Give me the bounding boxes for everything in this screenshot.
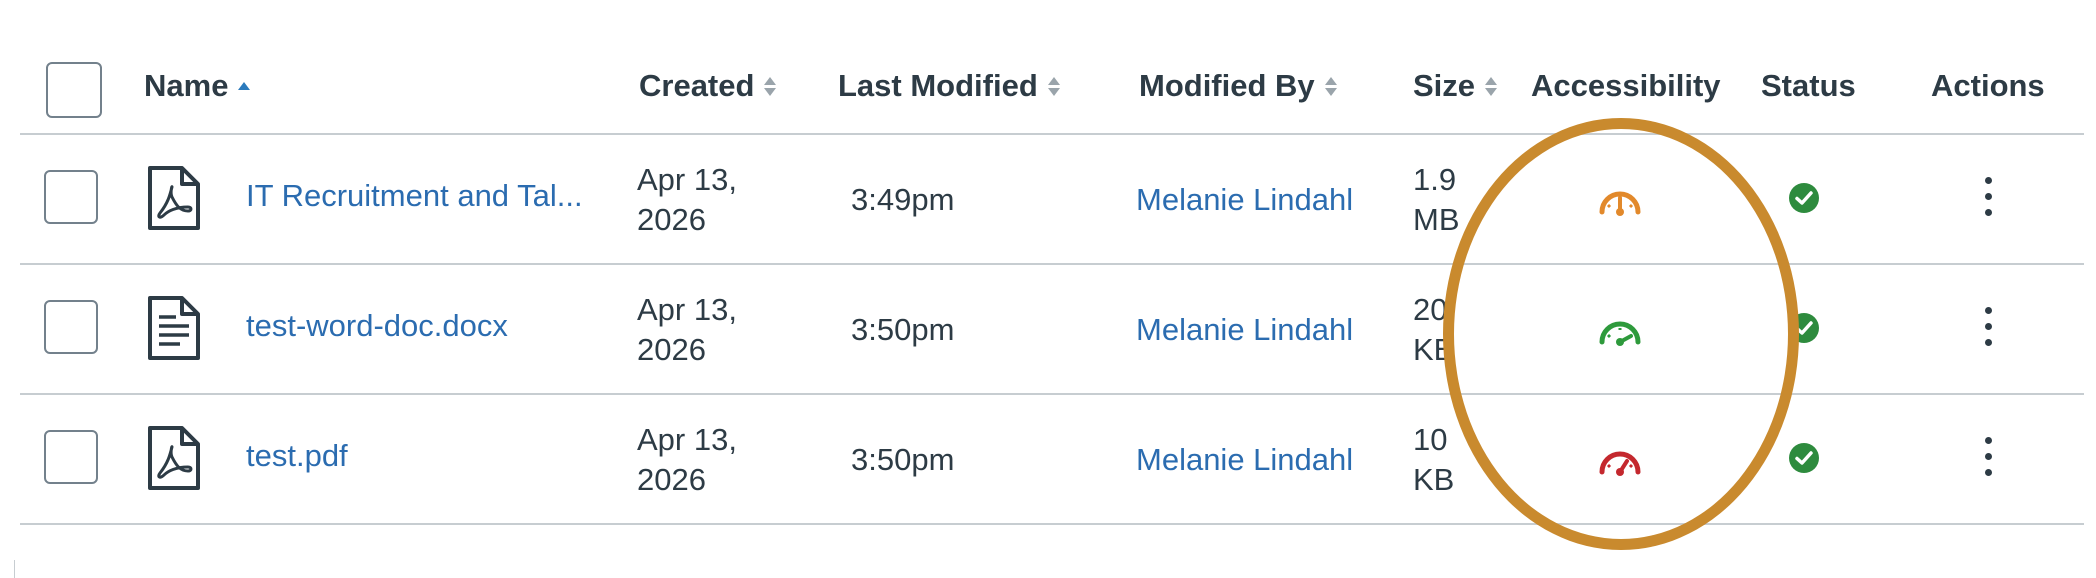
document-file-icon xyxy=(146,295,202,366)
column-header-size[interactable]: Size xyxy=(1413,68,1498,104)
column-header-actions: Actions xyxy=(1931,68,2045,104)
column-header-size-label: Size xyxy=(1413,68,1476,103)
row-select-checkbox[interactable] xyxy=(44,300,98,354)
column-header-modified-by-label: Modified By xyxy=(1139,68,1315,103)
column-header-name[interactable]: Name xyxy=(144,68,251,104)
pdf-file-icon xyxy=(146,425,202,496)
modified-by-link[interactable]: Melanie Lindahl xyxy=(1136,310,1353,350)
row-actions-menu-icon[interactable] xyxy=(1978,307,1998,346)
created-date-line1: Apr 13, xyxy=(637,292,737,327)
created-date: Apr 13, 2026 xyxy=(637,160,737,240)
column-header-created[interactable]: Created xyxy=(639,68,777,104)
file-size-unit: MB xyxy=(1413,202,1460,237)
created-date-line2: 2026 xyxy=(637,332,706,367)
file-size-value: 1.9 xyxy=(1413,162,1457,197)
created-date-line2: 2026 xyxy=(637,202,706,237)
last-modified-time: 3:49pm xyxy=(851,182,955,217)
row-select-checkbox[interactable] xyxy=(44,430,98,484)
column-header-accessibility-label: Accessibility xyxy=(1531,68,1721,103)
sort-unsorted-icon xyxy=(764,76,777,96)
modified-by-link[interactable]: Melanie Lindahl xyxy=(1136,440,1353,480)
row-actions-menu-icon[interactable] xyxy=(1978,177,1998,216)
file-name-link[interactable]: test.pdf xyxy=(246,438,348,474)
sort-unsorted-icon xyxy=(1485,76,1498,96)
row-select-checkbox[interactable] xyxy=(44,170,98,224)
file-size-value: 20 xyxy=(1413,292,1448,327)
column-header-last-modified[interactable]: Last Modified xyxy=(838,68,1060,104)
file-name-link[interactable]: test-word-doc.docx xyxy=(246,308,508,344)
gauge-medium-icon[interactable] xyxy=(1596,186,1644,221)
table-row: IT Recruitment and Tal... Apr 13, 2026 3… xyxy=(0,134,2096,264)
table-row: test-word-doc.docx Apr 13, 2026 3:50pm M… xyxy=(0,264,2096,394)
gauge-high-icon[interactable] xyxy=(1596,316,1644,351)
last-modified-time: 3:50pm xyxy=(851,312,955,347)
published-check-icon[interactable] xyxy=(1788,182,1820,219)
left-edge-line xyxy=(14,560,15,578)
sort-unsorted-icon xyxy=(1047,76,1060,96)
created-date: Apr 13, 2026 xyxy=(637,290,737,370)
table-header: Name Created Last Modified Modified By S… xyxy=(0,0,2096,134)
select-all-checkbox[interactable] xyxy=(46,62,102,118)
file-size-unit: KB xyxy=(1413,462,1455,497)
column-header-accessibility: Accessibility xyxy=(1531,68,1721,104)
created-date-line1: Apr 13, xyxy=(637,422,737,457)
modified-by-link[interactable]: Melanie Lindahl xyxy=(1136,180,1353,220)
last-modified-time: 3:50pm xyxy=(851,442,955,477)
file-size: 1.9 MB xyxy=(1413,160,1460,240)
column-header-created-label: Created xyxy=(639,68,755,103)
column-header-modified-by[interactable]: Modified By xyxy=(1139,68,1337,104)
file-size-value: 10 xyxy=(1413,422,1448,457)
sort-unsorted-icon xyxy=(1324,76,1337,96)
created-date-line2: 2026 xyxy=(637,462,706,497)
column-header-name-label: Name xyxy=(144,68,229,103)
column-header-status-label: Status xyxy=(1761,68,1856,103)
table-row: test.pdf Apr 13, 2026 3:50pm Melanie Lin… xyxy=(0,394,2096,524)
column-header-status: Status xyxy=(1761,68,1856,104)
file-size: 20 KB xyxy=(1413,290,1454,370)
file-size-unit: KB xyxy=(1413,332,1455,367)
sort-ascending-icon xyxy=(238,82,251,90)
published-check-icon[interactable] xyxy=(1788,312,1820,349)
created-date: Apr 13, 2026 xyxy=(637,420,737,500)
files-table: Name Created Last Modified Modified By S… xyxy=(0,0,2096,578)
file-name-link[interactable]: IT Recruitment and Tal... xyxy=(246,178,583,214)
column-header-last-modified-label: Last Modified xyxy=(838,68,1038,103)
created-date-line1: Apr 13, xyxy=(637,162,737,197)
row-actions-menu-icon[interactable] xyxy=(1978,437,1998,476)
published-check-icon[interactable] xyxy=(1788,442,1820,479)
column-header-actions-label: Actions xyxy=(1931,68,2045,103)
row-divider xyxy=(20,523,2084,525)
file-size: 10 KB xyxy=(1413,420,1454,500)
pdf-file-icon xyxy=(146,165,202,236)
gauge-low-icon[interactable] xyxy=(1596,446,1644,481)
